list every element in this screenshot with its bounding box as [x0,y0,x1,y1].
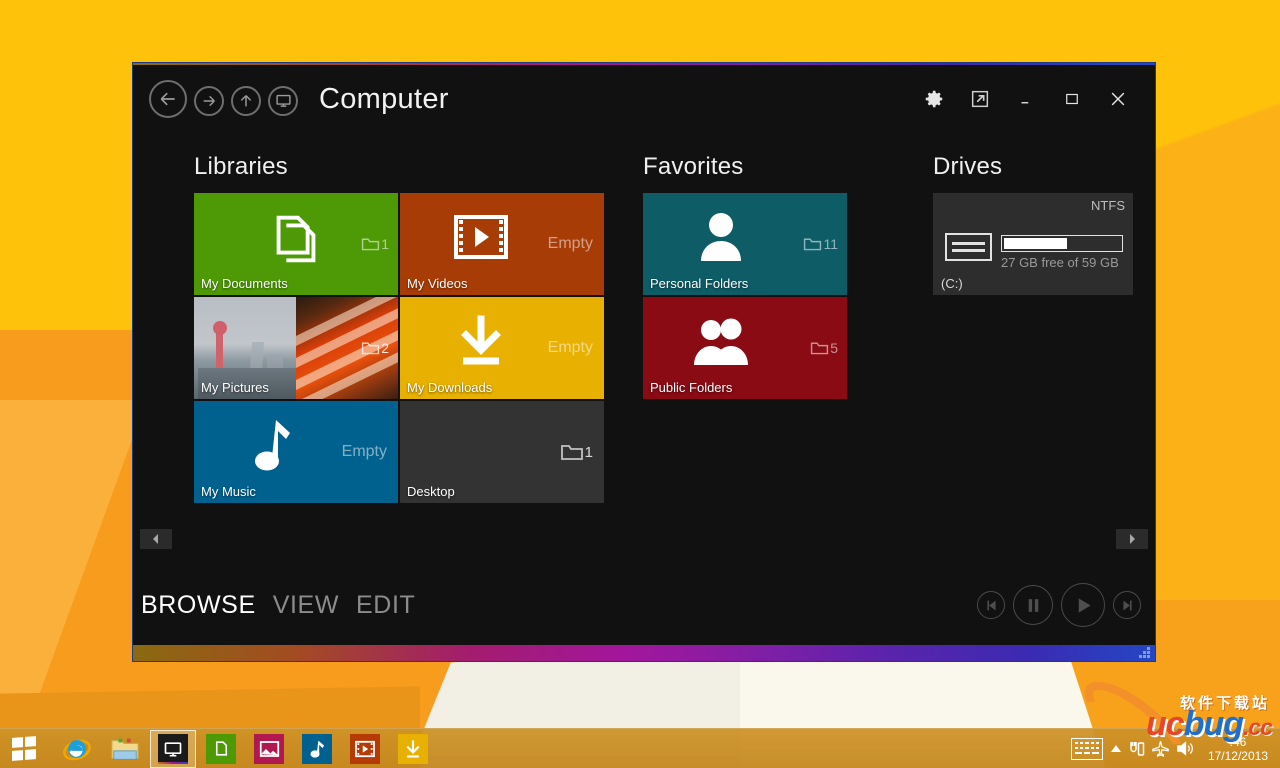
maximize-button[interactable] [1049,79,1095,119]
drive-usage-bar [1001,235,1123,252]
group-drives: Drives NTFS 27 GB free of 59 GB (C:) [933,153,1143,505]
start-button[interactable] [0,729,48,768]
previous-track-button[interactable] [977,591,1005,619]
gear-icon[interactable] [911,79,957,119]
resize-grip[interactable] [1139,647,1150,658]
drive-free-space: 27 GB free of 59 GB [1001,255,1119,270]
taskbar-internet-explorer[interactable] [54,730,100,768]
tile-label: My Music [201,484,256,499]
video-film-icon [400,193,562,281]
back-arrow-icon[interactable] [149,80,187,118]
tab-edit[interactable]: EDIT [356,591,415,620]
libraries-tile-grid: 1 My Documents [194,193,606,505]
scroll-right-button[interactable] [1116,529,1148,549]
folder-count: 1 [361,236,389,252]
clock-date: 17/12/2013 [1208,749,1268,763]
folder-count-value: 1 [381,236,389,252]
usb-device-icon[interactable] [1129,740,1145,758]
tile-label: My Videos [407,276,467,291]
tile-public-folders[interactable]: 5 Public Folders [643,297,847,399]
taskbar: :46 17/12/2013 [0,728,1280,768]
tile-label: Public Folders [650,380,732,395]
volume-icon[interactable] [1176,740,1195,757]
up-arrow-icon[interactable] [231,86,261,116]
download-arrow-icon [400,297,562,385]
tab-browse[interactable]: BROWSE [141,591,256,620]
folder-count-value: 11 [823,236,838,252]
show-hidden-icons-chevron[interactable] [1110,744,1122,754]
drive-icon [945,233,992,261]
keyboard-icon[interactable] [1071,738,1103,760]
taskbar-computer-explorer[interactable] [150,730,196,768]
taskbar-videos-app[interactable] [342,730,388,768]
tile-empty-label: Empty [342,443,387,461]
group-title: Favorites [643,153,891,181]
close-button[interactable] [1095,79,1141,119]
open-new-window-icon[interactable] [957,79,1003,119]
drive-filesystem: NTFS [1091,198,1125,213]
tile-desktop[interactable]: 1 Desktop [400,401,604,503]
explorer-window: Computer [132,62,1156,662]
taskbar-items [54,730,436,768]
windows-logo-icon [12,736,36,761]
group-favorites: Favorites 11 [643,153,891,505]
airplane-mode-icon[interactable] [1152,740,1169,757]
favorites-tile-grid: 11 Personal Folders [643,193,891,401]
folder-count: 2 [361,340,389,356]
group-title: Drives [933,153,1143,181]
tile-my-videos[interactable]: Empty My Videos [400,193,604,295]
tile-label: My Pictures [201,380,269,395]
tile-label: Personal Folders [650,276,748,291]
folder-count: 1 [560,442,593,462]
taskbar-documents-app[interactable] [198,730,244,768]
folder-count: 11 [803,236,838,252]
computer-monitor-icon[interactable] [268,86,298,116]
music-note-icon [194,401,356,489]
tile-my-music[interactable]: Empty My Music [194,401,398,503]
tile-empty-label: Empty [548,235,593,253]
folder-count-value: 1 [585,444,593,461]
window-titlebar: Computer [133,63,1155,135]
drives-tile-grid: NTFS 27 GB free of 59 GB (C:) [933,193,1143,295]
tile-label: Desktop [407,484,455,499]
tile-groups: Libraries [133,153,1155,505]
tile-label: My Downloads [407,380,492,395]
play-button[interactable] [1061,583,1105,627]
tab-view[interactable]: VIEW [273,591,339,620]
tile-my-downloads[interactable]: Empty My Downloads [400,297,604,399]
tile-drive-c[interactable]: NTFS 27 GB free of 59 GB (C:) [933,193,1133,295]
taskbar-music-app[interactable] [294,730,340,768]
clock-time: :46 [1208,735,1268,749]
two-people-icon [643,297,799,385]
pause-button[interactable] [1013,585,1053,625]
page-title: Computer [319,83,449,116]
forward-arrow-icon[interactable] [194,86,224,116]
folder-count-value: 2 [381,340,389,356]
taskbar-pictures-app[interactable] [246,730,292,768]
minimize-button[interactable] [1003,79,1049,119]
window-appbar: BROWSE VIEW EDIT [133,565,1155,645]
tile-my-pictures[interactable]: 2 My Pictures [194,297,398,399]
mode-tabs: BROWSE VIEW EDIT [141,591,415,620]
next-track-button[interactable] [1113,591,1141,619]
tile-personal-folders[interactable]: 11 Personal Folders [643,193,847,295]
window-content: Libraries [133,135,1155,549]
drive-letter: (C:) [941,276,963,291]
taskbar-downloads-app[interactable] [390,730,436,768]
group-title: Libraries [194,153,606,181]
window-bottom-accent [133,645,1155,661]
system-tray: :46 17/12/2013 [1071,729,1280,768]
tile-label: My Documents [201,276,288,291]
taskbar-file-explorer[interactable] [102,730,148,768]
taskbar-clock[interactable]: :46 17/12/2013 [1202,735,1274,763]
scroll-left-button[interactable] [140,529,172,549]
single-person-icon [643,193,799,281]
media-controls [977,583,1141,627]
tile-empty-label: Empty [548,339,593,357]
group-libraries: Libraries [194,153,606,505]
folder-count: 5 [810,340,838,356]
tile-my-documents[interactable]: 1 My Documents [194,193,398,295]
folder-count-value: 5 [830,340,838,356]
